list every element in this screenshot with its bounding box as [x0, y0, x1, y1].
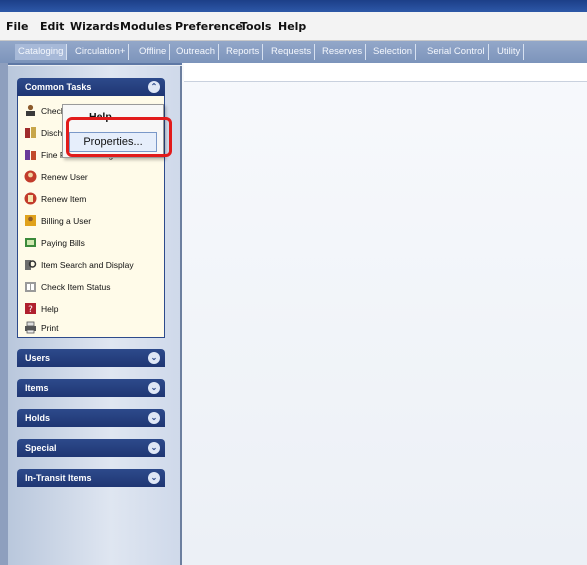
task-print[interactable]: Print	[24, 318, 160, 336]
check-item-status-icon	[24, 280, 37, 293]
chevron-up-icon[interactable]: ⌃	[148, 81, 160, 93]
chevron-down-icon[interactable]: ⌄	[148, 382, 160, 394]
tab-reserves[interactable]: Reserves	[319, 44, 367, 60]
task-label: Renew User	[41, 171, 88, 182]
menu-edit[interactable]: Edit	[40, 20, 64, 33]
renew-user-icon	[24, 170, 37, 183]
panel-users-header[interactable]: Users ⌄	[17, 349, 165, 367]
tab-outreach[interactable]: Outreach	[173, 44, 220, 60]
module-tab-bar: Cataloging Circulation+ Offline Outreach…	[0, 41, 587, 65]
task-renew-user[interactable]: Renew User	[24, 167, 160, 185]
paying-bills-icon	[24, 236, 37, 249]
task-help[interactable]: ? Help	[24, 299, 160, 317]
chevron-down-icon[interactable]: ⌄	[148, 442, 160, 454]
svg-text:?: ?	[28, 305, 33, 315]
tab-circulation[interactable]: Circulation+	[72, 44, 130, 60]
panel-in-transit-items-title: In-Transit Items	[25, 473, 92, 483]
menu-bar: File Edit Wizards Modules Preference Too…	[0, 12, 587, 41]
tab-reports[interactable]: Reports	[223, 44, 264, 60]
task-check-item-status[interactable]: Check Item Status	[24, 277, 160, 295]
task-label: Print	[41, 322, 59, 333]
left-frame-edge	[0, 63, 8, 565]
tab-selection[interactable]: Selection	[370, 44, 417, 60]
menu-wizards[interactable]: Wizards	[70, 20, 120, 33]
panel-special-header[interactable]: Special ⌄	[17, 439, 165, 457]
workspace	[182, 63, 587, 565]
workspace-header-strip	[184, 63, 587, 82]
tab-requests[interactable]: Requests	[268, 44, 316, 60]
task-label: Help	[41, 303, 59, 314]
tab-serial-control[interactable]: Serial Control	[424, 44, 489, 60]
task-label: Check Item Status	[41, 281, 111, 292]
panel-users-title: Users	[25, 353, 51, 363]
task-billing-a-user[interactable]: Billing a User	[24, 211, 160, 229]
menu-file[interactable]: File	[6, 20, 29, 33]
panel-items-header[interactable]: Items ⌄	[17, 379, 165, 397]
panel-common-tasks-title: Common Tasks	[25, 82, 92, 92]
fine-free-discharge-icon	[24, 148, 37, 161]
red-highlight-box	[66, 117, 172, 157]
panel-special-title: Special	[25, 443, 57, 453]
item-search-icon	[24, 258, 37, 271]
task-label: Renew Item	[41, 193, 87, 204]
task-label: Item Search and Display	[41, 259, 134, 270]
task-renew-item[interactable]: Renew Item	[24, 189, 160, 207]
printer-icon	[24, 321, 37, 334]
tab-utility[interactable]: Utility	[494, 44, 525, 60]
panel-holds-title: Holds	[25, 413, 51, 423]
help-icon: ?	[24, 302, 37, 315]
window-title-bar	[0, 0, 587, 12]
tab-offline[interactable]: Offline	[136, 44, 171, 60]
task-paying-bills[interactable]: Paying Bills	[24, 233, 160, 251]
menu-tools[interactable]: Tools	[240, 20, 271, 33]
menu-modules[interactable]: Modules	[120, 20, 172, 33]
task-label: Paying Bills	[41, 237, 85, 248]
chevron-down-icon[interactable]: ⌄	[148, 472, 160, 484]
discharge-books-icon	[24, 126, 37, 139]
renew-item-icon	[24, 192, 37, 205]
chevron-down-icon[interactable]: ⌄	[148, 412, 160, 424]
panel-holds-header[interactable]: Holds ⌄	[17, 409, 165, 427]
billing-user-icon	[24, 214, 37, 227]
tab-cataloging[interactable]: Cataloging	[15, 44, 68, 60]
checkout-person-icon	[24, 104, 37, 117]
panel-in-transit-items-header[interactable]: In-Transit Items ⌄	[17, 469, 165, 487]
panel-items-title: Items	[25, 383, 49, 393]
chevron-down-icon[interactable]: ⌄	[148, 352, 160, 364]
menu-preference[interactable]: Preference	[175, 20, 243, 33]
task-label: Billing a User	[41, 215, 92, 226]
panel-common-tasks-header[interactable]: Common Tasks ⌃	[17, 78, 165, 96]
task-item-search-and-display[interactable]: Item Search and Display	[24, 255, 160, 273]
menu-help[interactable]: Help	[278, 20, 306, 33]
